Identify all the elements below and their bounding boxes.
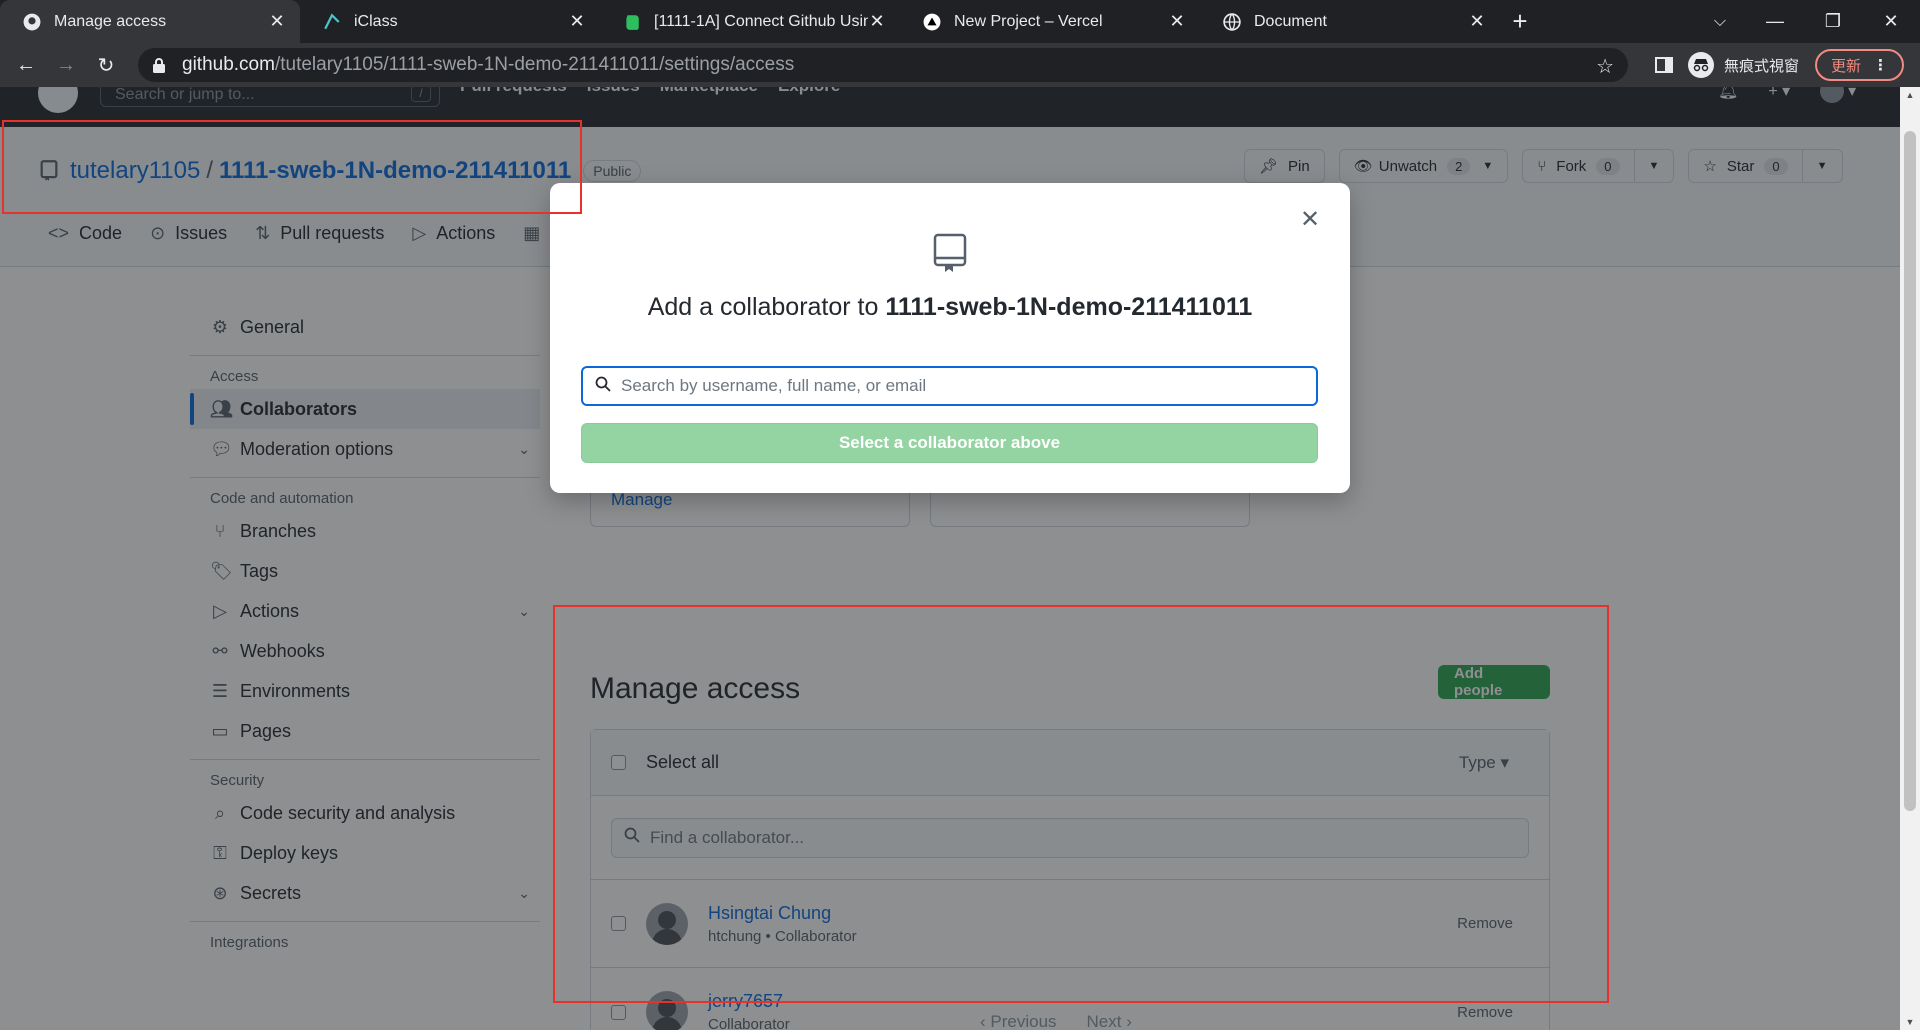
tab-title: iClass [354, 12, 398, 30]
evernote-icon [622, 12, 642, 32]
browser-toolbar: ← → ↻ github.com/tutelary1105/1111-sweb-… [0, 43, 1920, 87]
toolbar-right: 無痕式視窗 更新 ⋮ [1648, 43, 1905, 87]
page-viewport: Search or jump to... / Pull requests Iss… [0, 87, 1900, 1030]
scroll-up-arrow-icon[interactable]: ▲ [1900, 87, 1920, 103]
address-bar[interactable]: github.com/tutelary1105/1111-sweb-1N-dem… [138, 48, 1628, 82]
url-path: /tutelary1105/1111-sweb-1N-demo-21141101… [274, 54, 795, 75]
vercel-icon [922, 12, 942, 32]
collaborator-search-input[interactable] [621, 376, 1301, 396]
dialog-title-prefix: Add a collaborator to [647, 293, 879, 321]
tab-vercel[interactable]: New Project – Vercel ✕ [900, 0, 1200, 43]
lock-icon [153, 58, 165, 73]
restore-button[interactable]: ❐ [1804, 0, 1862, 43]
globe-icon [1222, 12, 1242, 32]
close-icon[interactable]: ✕ [268, 11, 286, 32]
window-controls: — ❐ ✕ [1746, 0, 1920, 43]
side-panel-icon[interactable] [1648, 49, 1680, 81]
reload-button[interactable]: ↻ [86, 45, 126, 85]
select-collaborator-button[interactable]: Select a collaborator above [581, 423, 1318, 463]
tab-iclass[interactable]: iClass ✕ [300, 0, 600, 43]
update-button[interactable]: 更新 ⋮ [1815, 49, 1905, 81]
close-window-button[interactable]: ✕ [1862, 0, 1920, 43]
bookmark-star-icon[interactable]: ☆ [1596, 54, 1614, 79]
browser-tab-bar: Manage access ✕ iClass ✕ [1111-1A] Conne… [0, 0, 1920, 43]
annotation-box [553, 605, 1609, 1003]
tab-title: [1111-1A] Connect Github Usin [654, 12, 868, 30]
url-host: github.com [182, 54, 275, 75]
incognito-indicator[interactable]: 無痕式視窗 [1688, 49, 1809, 81]
tab-document[interactable]: Document ✕ [1200, 0, 1500, 43]
close-icon[interactable]: ✕ [868, 11, 886, 32]
dialog-title: Add a collaborator to 1111-sweb-1N-demo-… [550, 293, 1350, 322]
iclass-icon [322, 12, 342, 32]
github-icon [22, 12, 42, 32]
url-text: github.com/tutelary1105/1111-sweb-1N-dem… [182, 54, 794, 76]
tab-evernote[interactable]: [1111-1A] Connect Github Usin ✕ [600, 0, 900, 43]
minimize-button[interactable]: — [1746, 0, 1804, 43]
close-icon[interactable]: ✕ [568, 11, 586, 32]
close-icon[interactable]: ✕ [1298, 208, 1322, 233]
tab-search-chevron-icon[interactable]: ⌵ [1700, 0, 1740, 43]
page-scrollbar[interactable]: ▲ ▼ [1900, 87, 1920, 1030]
forward-button[interactable]: → [46, 45, 86, 85]
new-tab-button[interactable]: + [1500, 0, 1540, 43]
tab-title: Manage access [54, 12, 167, 30]
add-collaborator-dialog: ✕ Add a collaborator to 1111-sweb-1N-dem… [550, 183, 1350, 493]
incognito-label: 無痕式視窗 [1724, 57, 1800, 75]
repo-icon [933, 233, 967, 272]
dialog-title-repo: 1111-sweb-1N-demo-211411011 [885, 293, 1253, 321]
annotation-box [2, 120, 582, 214]
scroll-down-arrow-icon[interactable]: ▼ [1900, 1014, 1920, 1030]
scrollbar-thumb[interactable] [1904, 131, 1916, 811]
tab-title: New Project – Vercel [954, 12, 1103, 30]
close-icon[interactable]: ✕ [1468, 11, 1486, 32]
search-icon [595, 376, 611, 397]
back-button[interactable]: ← [6, 45, 46, 85]
tab-title: Document [1254, 12, 1327, 30]
incognito-icon [1688, 52, 1714, 78]
update-label: 更新 [1831, 57, 1862, 75]
collaborator-search-field[interactable] [581, 366, 1318, 406]
close-icon[interactable]: ✕ [1168, 11, 1186, 32]
tab-manage-access[interactable]: Manage access ✕ [0, 0, 300, 43]
kebab-menu-icon: ⋮ [1873, 57, 1889, 74]
